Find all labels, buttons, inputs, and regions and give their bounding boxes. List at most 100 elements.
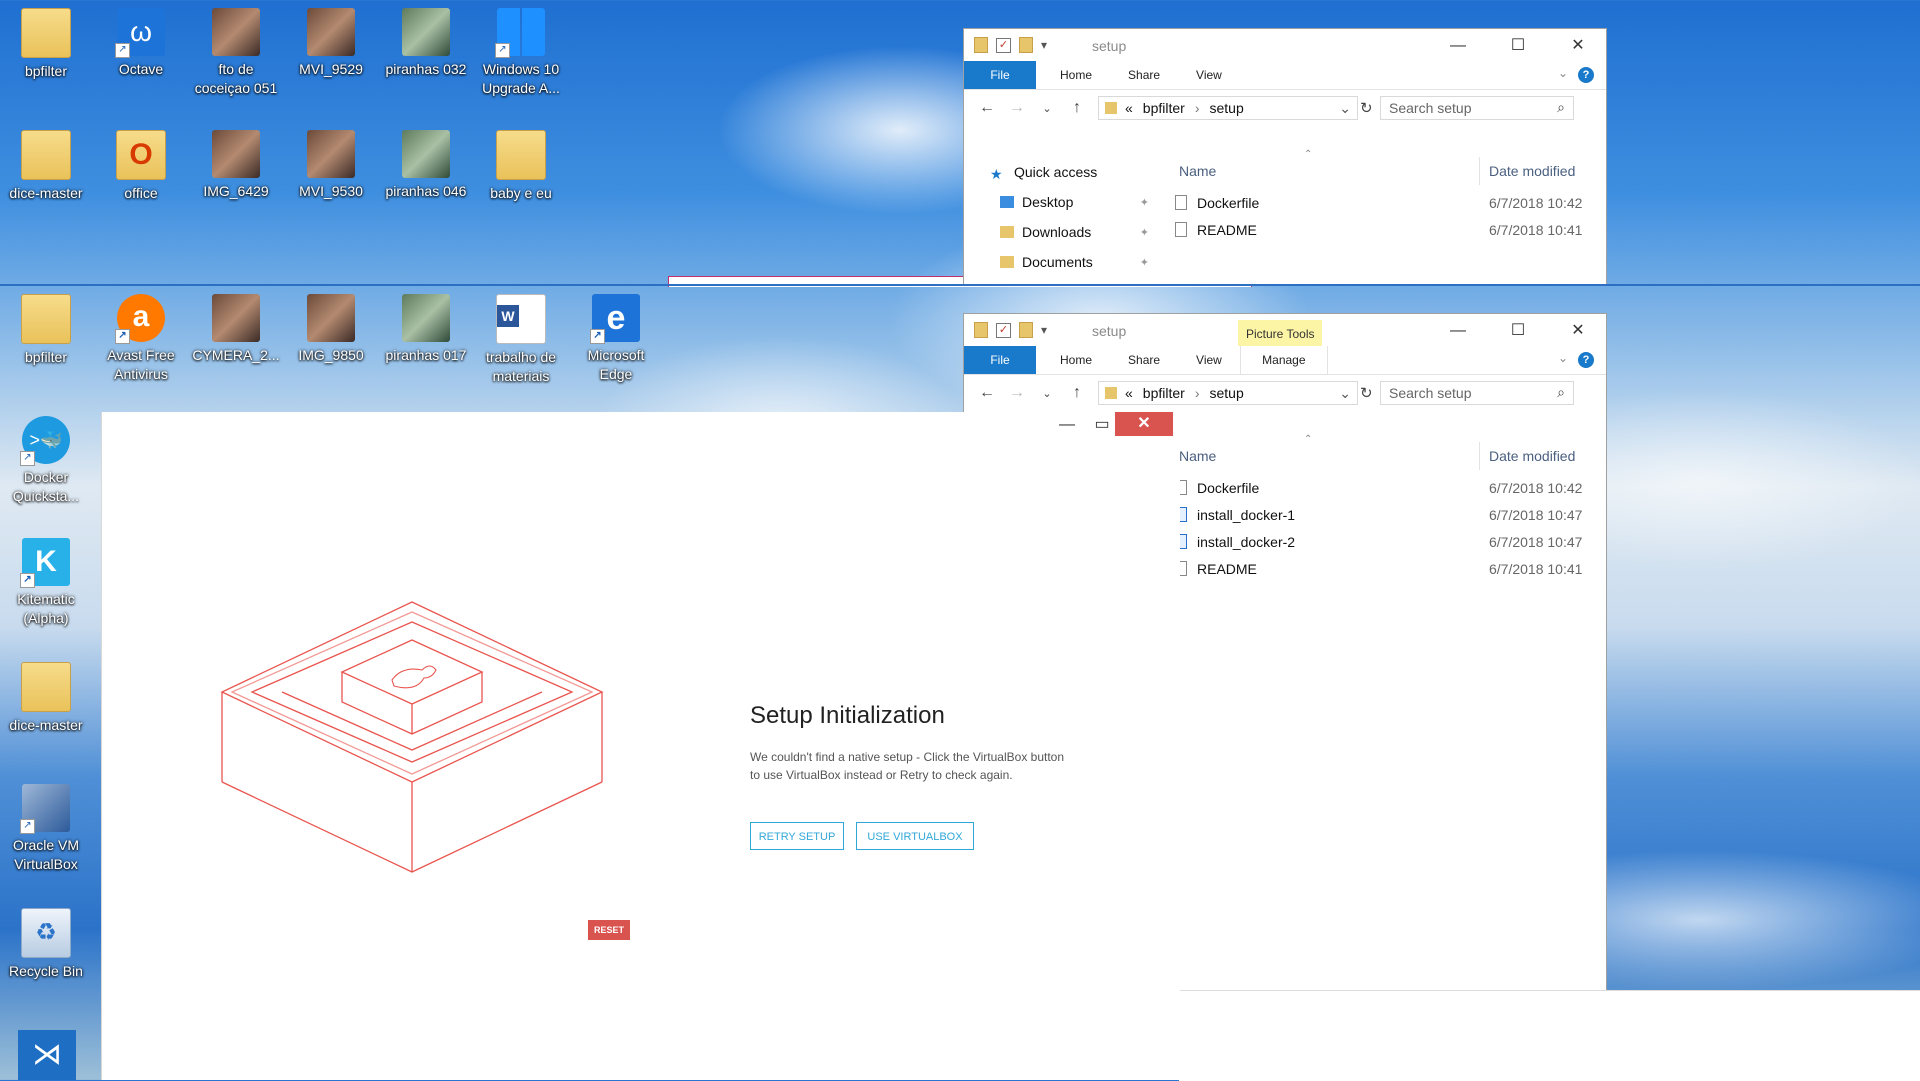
close-button[interactable]: ✕ xyxy=(1554,320,1602,342)
properties-icon[interactable]: ✓ xyxy=(996,37,1011,53)
desktop-icon-recycle-bin[interactable]: ♻ Recycle Bin xyxy=(2,908,90,981)
title-bar[interactable]: ✓ ▾ setup Picture Tools — ☐ ✕ xyxy=(964,314,1606,346)
quick-access-toolbar[interactable]: ✓ ▾ xyxy=(974,322,1047,338)
nav-item-desktop[interactable]: Desktop ✦ xyxy=(964,187,1159,217)
refresh-icon[interactable]: ↻ xyxy=(1360,384,1373,402)
desktop-icon-cymera[interactable]: CYMERA_2... xyxy=(192,294,280,365)
minimize-button[interactable]: — xyxy=(1434,35,1482,57)
column-header-name[interactable]: Name xyxy=(1179,163,1216,179)
up-icon[interactable]: ↑ xyxy=(1062,99,1092,117)
pin-icon[interactable]: ✦ xyxy=(1140,226,1149,239)
quick-access-toolbar[interactable]: ✓ ▾ xyxy=(974,37,1047,53)
tab-manage[interactable]: Manage xyxy=(1239,346,1328,374)
search-input[interactable]: Search setup ⌕ xyxy=(1380,96,1574,120)
desktop-icon-dice-master[interactable]: dice-master xyxy=(2,130,90,203)
file-row[interactable]: README 6/7/2018 10:41 xyxy=(1159,216,1606,243)
dropdown-icon[interactable]: ▾ xyxy=(1041,38,1047,52)
back-icon[interactable]: ← xyxy=(972,99,1002,117)
reset-button[interactable]: RESET xyxy=(588,920,630,940)
tab-file[interactable]: File xyxy=(964,61,1036,89)
help-icon[interactable]: ? xyxy=(1578,352,1594,368)
tab-view[interactable]: View xyxy=(1178,61,1240,89)
refresh-icon[interactable]: ↻ xyxy=(1360,99,1373,117)
desktop-icon-bpfilter[interactable]: bpfilter xyxy=(2,8,90,81)
kitematic-window[interactable]: — ▭ ✕ Setup Initialization We couldn't f… xyxy=(101,412,1180,1080)
address-dropdown-icon[interactable]: ⌄ xyxy=(1339,100,1351,117)
desktop-icon-video[interactable]: MVI_9529 xyxy=(287,8,375,79)
tab-view[interactable]: View xyxy=(1178,346,1240,374)
file-explorer-window-top[interactable]: ✓ ▾ setup — ☐ ✕ File Home Share View ⌄ ?… xyxy=(963,28,1607,286)
desktop-icon-docker[interactable]: >🐳 ↗ Docker Quicksta... xyxy=(2,416,90,506)
column-divider[interactable] xyxy=(1479,442,1480,470)
forward-icon[interactable]: → xyxy=(1002,99,1032,117)
desktop-icon-bpfilter[interactable]: bpfilter xyxy=(2,294,90,367)
desktop-icon-dice-master[interactable]: dice-master xyxy=(2,662,90,735)
dropdown-icon[interactable]: ▾ xyxy=(1041,323,1047,337)
nav-item-downloads[interactable]: Downloads ✦ xyxy=(964,217,1159,247)
up-icon[interactable]: ↑ xyxy=(1062,384,1092,402)
desktop-icon-video[interactable]: MVI_9530 xyxy=(287,130,375,201)
recent-locations-icon[interactable]: ⌄ xyxy=(1032,387,1062,400)
desktop-icon-photo[interactable]: piranhas 046 xyxy=(382,130,470,201)
title-bar[interactable]: ✓ ▾ setup — ☐ ✕ xyxy=(964,29,1606,61)
maximize-button[interactable]: ☐ xyxy=(1494,320,1542,342)
desktop-icon-photo[interactable]: piranhas 032 xyxy=(382,8,470,79)
desktop-icon-photo[interactable]: fto de coceiçao 051 xyxy=(192,8,280,98)
tab-home[interactable]: Home xyxy=(1042,346,1110,374)
desktop-icon-windows-upgrade[interactable]: ↗ Windows 10 Upgrade A... xyxy=(477,8,565,98)
desktop-icon-octave[interactable]: ω ↗ Octave xyxy=(97,8,185,79)
desktop-icon-photo[interactable]: IMG_6429 xyxy=(192,130,280,201)
expand-ribbon-icon[interactable]: ⌄ xyxy=(1558,66,1568,80)
search-input[interactable]: Search setup ⌕ xyxy=(1380,381,1574,405)
desktop-icon-virtualbox[interactable]: ↗ Oracle VM VirtualBox xyxy=(2,784,90,874)
tab-share[interactable]: Share xyxy=(1110,61,1178,89)
file-row[interactable]: install_docker-1 6/7/2018 10:47 xyxy=(1159,501,1606,528)
desktop-icon-kitematic[interactable]: K ↗ Kitematic (Alpha) xyxy=(2,538,90,628)
pin-icon[interactable]: ✦ xyxy=(1140,196,1149,209)
help-icon[interactable]: ? xyxy=(1578,67,1594,83)
desktop-icon-avast[interactable]: a ↗ Avast Free Antivirus xyxy=(97,294,185,384)
forward-icon[interactable]: → xyxy=(1002,384,1032,402)
recent-locations-icon[interactable]: ⌄ xyxy=(1032,102,1062,115)
desktop-icon-baby-e-eu[interactable]: baby e eu xyxy=(477,130,565,203)
retry-setup-button[interactable]: RETRY SETUP xyxy=(750,822,844,850)
new-folder-icon[interactable] xyxy=(1019,322,1033,338)
close-button[interactable]: ✕ xyxy=(1554,35,1602,57)
column-divider[interactable] xyxy=(1479,157,1480,185)
maximize-button[interactable]: ☐ xyxy=(1494,35,1542,57)
pin-icon[interactable]: ✦ xyxy=(1140,256,1149,269)
breadcrumb-parent[interactable]: bpfilter xyxy=(1143,100,1185,116)
column-header-date[interactable]: Date modified xyxy=(1489,163,1575,179)
address-dropdown-icon[interactable]: ⌄ xyxy=(1339,385,1351,402)
address-box[interactable]: « bpfilter › setup ⌄ xyxy=(1098,381,1358,405)
desktop-icon-office[interactable]: O office xyxy=(97,130,185,203)
new-folder-icon[interactable] xyxy=(1019,37,1033,53)
file-row[interactable]: install_docker-2 6/7/2018 10:47 xyxy=(1159,528,1606,555)
breadcrumb-current[interactable]: setup xyxy=(1210,100,1244,116)
desktop-icon-photo[interactable]: piranhas 017 xyxy=(382,294,470,365)
file-row[interactable]: Dockerfile 6/7/2018 10:42 xyxy=(1159,474,1606,501)
tab-home[interactable]: Home xyxy=(1042,61,1110,89)
desktop-icon-img[interactable]: IMG_9850 xyxy=(287,294,375,365)
nav-item-documents[interactable]: Documents ✦ xyxy=(964,247,1159,277)
back-icon[interactable]: ← xyxy=(972,384,1002,402)
address-box[interactable]: « bpfilter › setup ⌄ xyxy=(1098,96,1358,120)
vscode-icon[interactable]: ⋊ xyxy=(18,1030,76,1080)
properties-icon[interactable]: ✓ xyxy=(996,322,1011,338)
tab-share[interactable]: Share xyxy=(1110,346,1178,374)
desktop-icon-edge[interactable]: e ↗ Microsoft Edge xyxy=(572,294,660,384)
use-virtualbox-button[interactable]: USE VIRTUALBOX xyxy=(856,822,974,850)
file-row[interactable]: Dockerfile 6/7/2018 10:42 xyxy=(1159,189,1606,216)
maximize-button[interactable]: ▭ xyxy=(1087,412,1117,438)
file-row[interactable]: README 6/7/2018 10:41 xyxy=(1159,555,1606,582)
breadcrumb-parent[interactable]: bpfilter xyxy=(1143,385,1185,401)
desktop-icon-word-doc[interactable]: W trabalho de materiais xyxy=(477,294,565,386)
column-header-date[interactable]: Date modified xyxy=(1489,448,1575,464)
minimize-button[interactable]: — xyxy=(1052,412,1082,438)
expand-ribbon-icon[interactable]: ⌄ xyxy=(1558,351,1568,365)
tab-file[interactable]: File xyxy=(964,346,1036,374)
breadcrumb-current[interactable]: setup xyxy=(1210,385,1244,401)
minimize-button[interactable]: — xyxy=(1434,320,1482,342)
nav-item-quick-access[interactable]: ★ Quick access xyxy=(964,157,1159,187)
column-header-name[interactable]: Name xyxy=(1179,448,1216,464)
